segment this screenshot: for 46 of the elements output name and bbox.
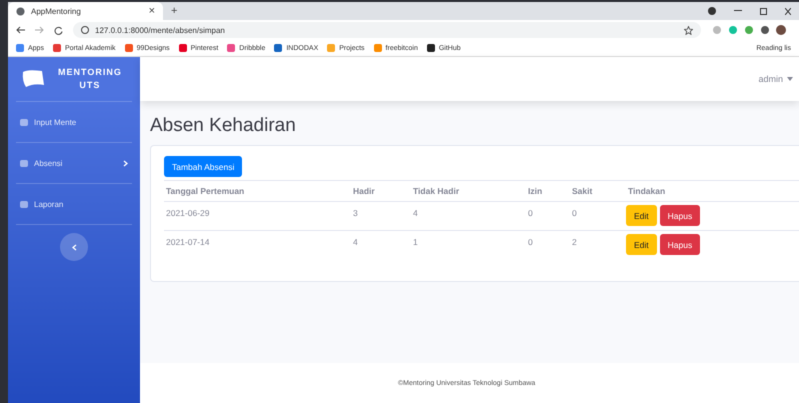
profile-icon[interactable] (708, 7, 716, 15)
nav-icon (20, 160, 28, 166)
sidebar-toggle-button[interactable] (60, 233, 88, 261)
edit-button[interactable]: Edit (626, 234, 657, 255)
new-tab-button[interactable]: + (171, 6, 178, 17)
sidebar-item[interactable]: Input Mente (16, 102, 132, 143)
scroll-logo-icon (20, 69, 46, 89)
delete-button[interactable]: Hapus (660, 205, 700, 226)
table-cell-text: 1 (412, 236, 419, 249)
close-icon[interactable] (785, 8, 791, 14)
brand-title: MENTORING UTS (58, 66, 122, 92)
sidebar-item[interactable]: Absensi (16, 143, 132, 184)
column-header: Sakit (571, 185, 594, 198)
restore-icon[interactable] (760, 8, 767, 14)
star-icon[interactable] (684, 26, 693, 34)
address-bar[interactable]: 127.0.0.1:8000/mente/absen/simpan (73, 22, 701, 38)
minimize-icon[interactable] (734, 10, 742, 12)
delete-button[interactable]: Hapus (660, 234, 700, 255)
table-cell-text: 4 (412, 207, 419, 220)
page-title: Absen Kehadiran (150, 115, 297, 137)
table-cell-text: 2021-07-14 (165, 236, 210, 249)
tab-title: AppMentoring (31, 6, 82, 16)
browser-tab[interactable]: AppMentoring × (8, 2, 163, 20)
tab-close-button[interactable]: × (148, 6, 155, 16)
table-cell-text: 0 (527, 207, 534, 220)
nav-icon (20, 200, 28, 208)
column-header: Tanggal Pertemuan (165, 185, 246, 198)
edit-button[interactable]: Edit (626, 205, 657, 226)
column-header: Hadir (352, 185, 376, 198)
column-header: Tidak Hadir (412, 185, 460, 198)
table-cell-text: 0 (571, 207, 578, 220)
caret-icon (787, 77, 793, 81)
back-icon[interactable] (16, 26, 25, 34)
add-button[interactable]: Tambah Absensi (164, 156, 242, 177)
table-cell-text: 2 (571, 236, 578, 249)
table-cell-text: 4 (352, 236, 359, 249)
sidebar-item[interactable]: Laporan (16, 184, 132, 225)
user-menu[interactable]: admin (758, 74, 793, 84)
reload-icon[interactable] (54, 26, 63, 34)
column-header: Izin (527, 185, 544, 198)
chevron-left-icon (72, 244, 76, 250)
nav-icon (20, 118, 28, 126)
table-cell-text: 2021-06-29 (165, 207, 210, 220)
table-cell-text: 0 (527, 236, 534, 249)
table-cell-text: 3 (352, 207, 359, 220)
column-header: Tindakan (627, 185, 666, 198)
